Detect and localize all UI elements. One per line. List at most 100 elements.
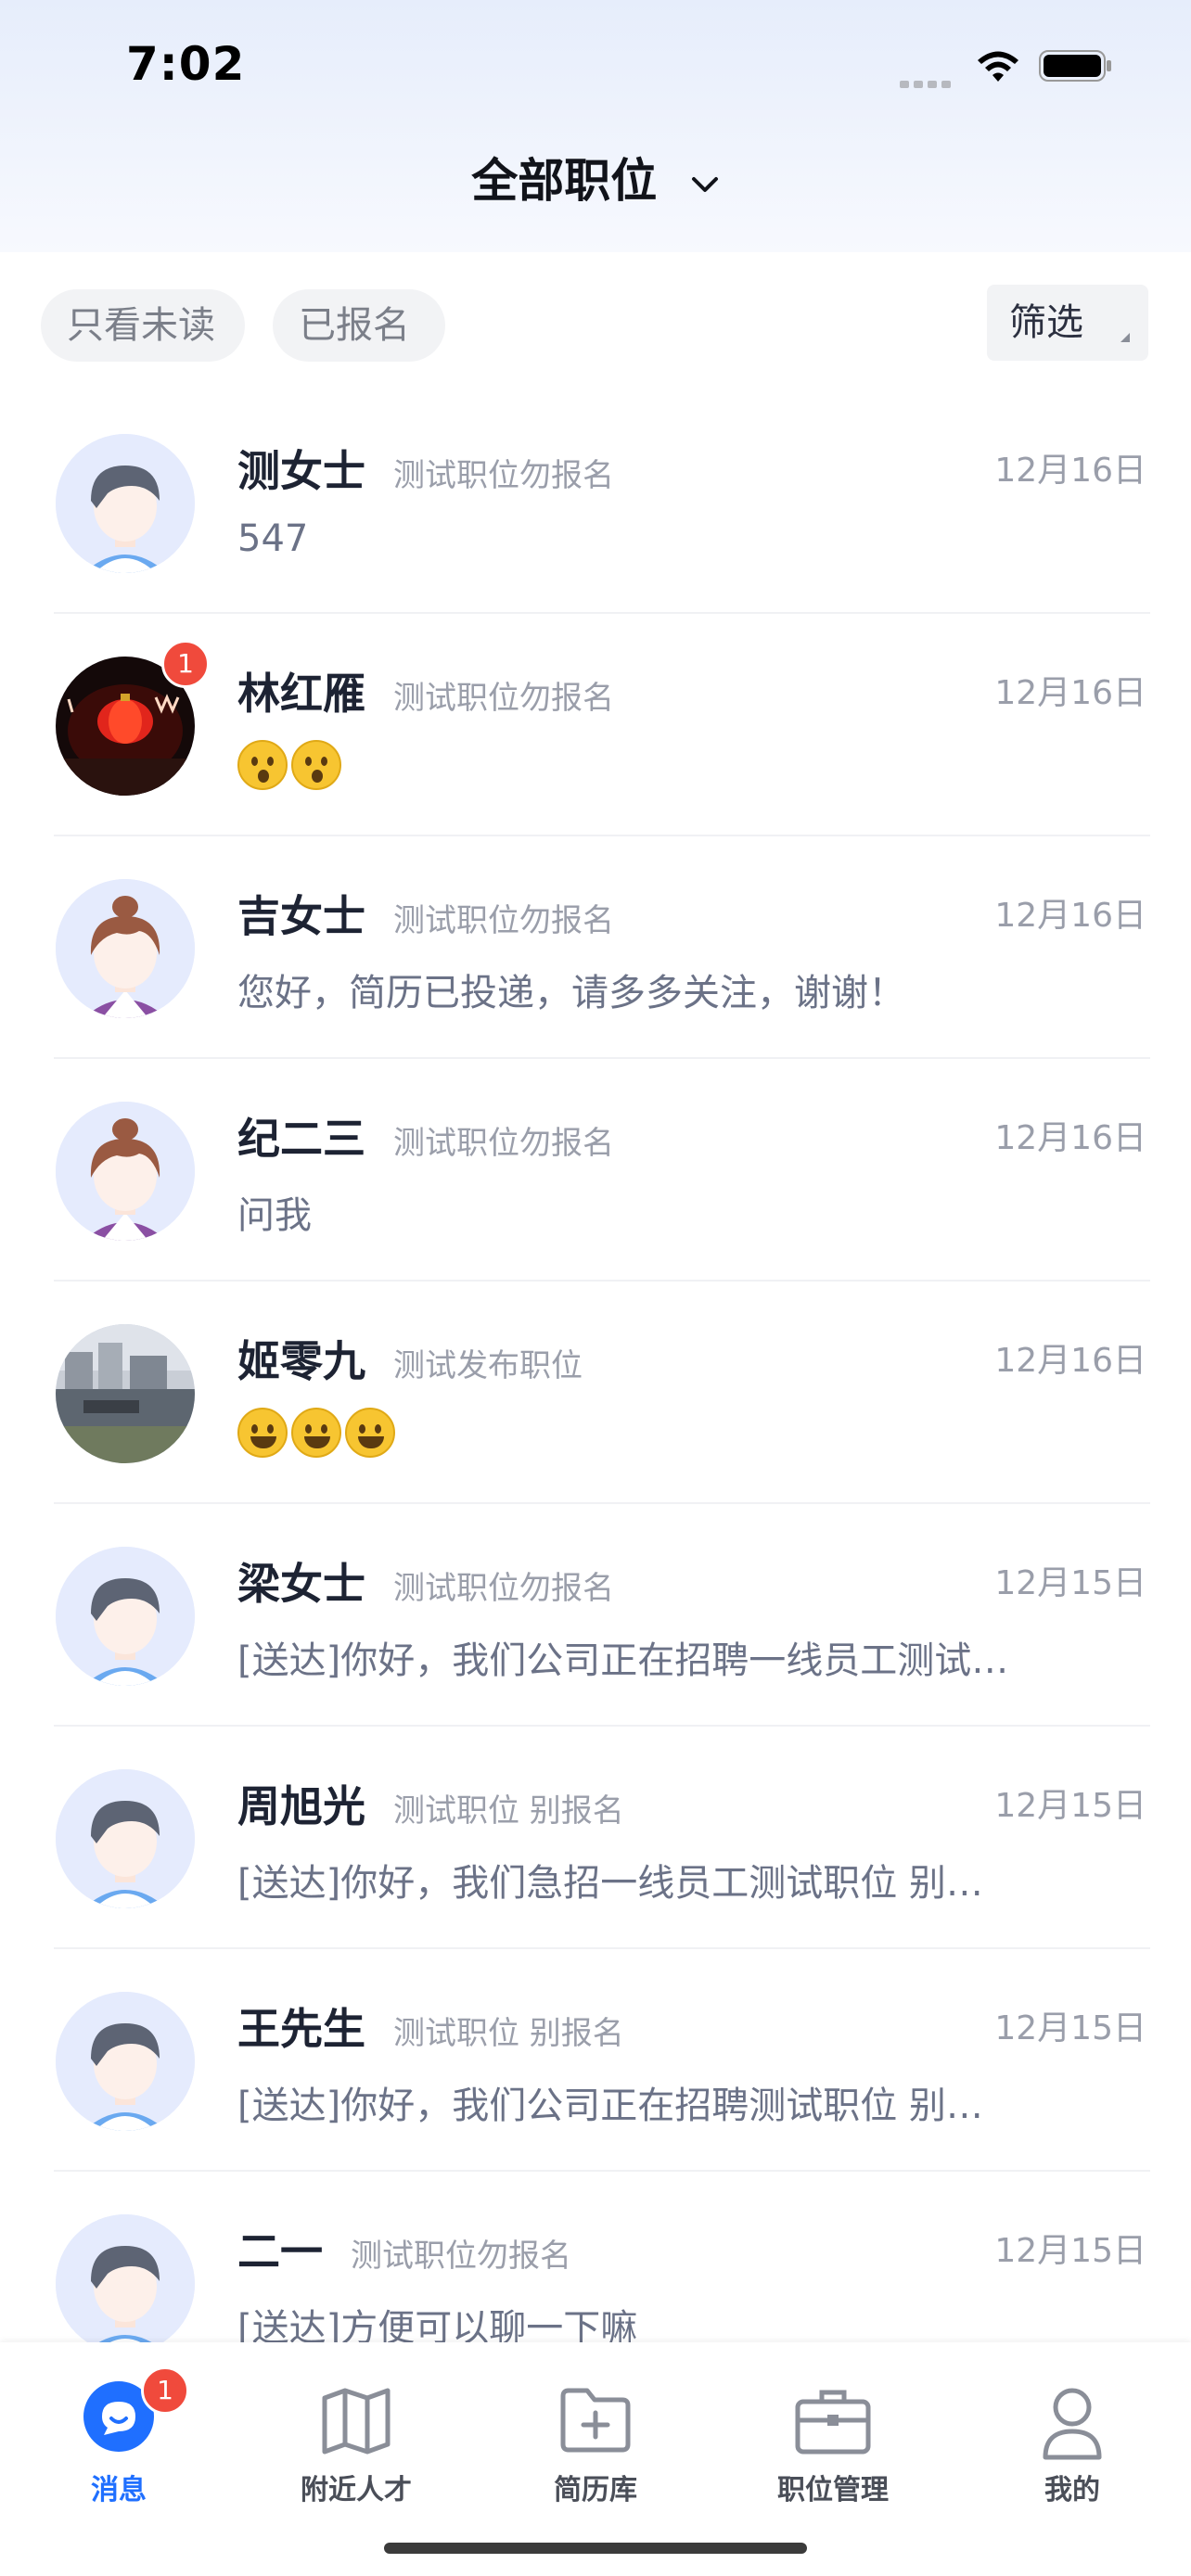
contact-name-text: 林红雁 — [237, 669, 365, 719]
conversation-item[interactable]: 周旭光 测试职位 别报名 12月15日 [送达]你好，我们急招一线员工测试职位 别… — [0, 1727, 1191, 1949]
contact-name-text: 周旭光 — [237, 1781, 365, 1831]
conversation-item[interactable]: 测女士 测试职位勿报名 12月16日 547 — [0, 391, 1191, 614]
message-preview: 问我 — [237, 1194, 312, 1237]
message-preview: 您好，简历已投递，请多多关注，谢谢！ — [237, 972, 905, 1014]
chevron-down-icon — [691, 176, 718, 192]
contact-name-text: 梁女士 — [237, 1559, 365, 1609]
avatar — [56, 434, 195, 573]
job-title: 测试职位 别报名 — [393, 1792, 624, 1830]
map-icon — [322, 2388, 391, 2455]
job-title: 测试职位勿报名 — [393, 1570, 614, 1607]
tab-mine[interactable]: 我的 — [954, 2342, 1191, 2506]
avatar — [56, 1769, 195, 1908]
conversation-item[interactable]: 1 林红雁 测试职位勿报名 12月16日 — [0, 614, 1191, 836]
filter-button[interactable]: 筛选 — [987, 285, 1148, 361]
contact-name: 测女士 测试职位勿报名 — [237, 438, 614, 499]
contact-name: 吉女士 测试职位勿报名 — [237, 883, 614, 944]
contact-name: 王先生 测试职位 别报名 — [237, 1996, 624, 2057]
tab-label: 简历库 — [554, 2474, 637, 2506]
male-avatar-icon — [56, 2214, 195, 2353]
conversation-item[interactable]: 梁女士 测试职位勿报名 12月15日 [送达]你好，我们公司正在招聘一线员工测试… — [0, 1504, 1191, 1727]
message-date: 12月15日 — [994, 1564, 1146, 1602]
message-preview: [送达]你好，我们公司正在招聘一线员工测试… — [237, 1639, 1009, 1682]
male-avatar-icon — [56, 1769, 195, 1908]
folder-plus-icon — [560, 2388, 631, 2453]
top-header: 7:02 全部职位 — [0, 0, 1191, 252]
contact-name-text: 姬零九 — [237, 1336, 365, 1386]
job-selector[interactable]: 全部职位 — [0, 144, 1191, 210]
cellular-signal-icon — [900, 74, 955, 92]
female-avatar-icon — [56, 879, 195, 1018]
smile-emoji-icon — [345, 1408, 395, 1458]
contact-name-text: 吉女士 — [237, 891, 365, 941]
unread-badge: 1 — [161, 640, 210, 688]
status-bar: 7:02 — [0, 0, 1191, 130]
contact-name: 纪二三 测试职位勿报名 — [237, 1105, 614, 1167]
contact-name: 周旭光 测试职位 别报名 — [237, 1773, 624, 1834]
message-preview: [送达]你好，我们急招一线员工测试职位 别… — [237, 1862, 983, 1905]
message-date: 12月15日 — [994, 2232, 1146, 2270]
job-title: 测试职位勿报名 — [393, 680, 614, 717]
tab-label: 消息 — [91, 2474, 147, 2506]
smile-emoji-icon — [291, 1408, 341, 1458]
message-date: 12月15日 — [994, 1787, 1146, 1825]
message-preview — [237, 740, 345, 790]
photo-avatar-city — [56, 1324, 195, 1463]
tab-job-management[interactable]: 职位管理 — [714, 2342, 952, 2506]
conversation-item[interactable]: 吉女士 测试职位勿报名 12月16日 您好，简历已投递，请多多关注，谢谢！ — [0, 836, 1191, 1059]
avatar — [56, 1547, 195, 1686]
avatar — [56, 2214, 195, 2353]
male-avatar-icon — [56, 434, 195, 573]
job-title: 测试职位勿报名 — [351, 2238, 571, 2275]
contact-name-text: 二一 — [237, 2226, 323, 2276]
job-title: 测试职位 别报名 — [393, 2015, 624, 2052]
male-avatar-icon — [56, 1992, 195, 2131]
home-indicator[interactable] — [384, 2543, 807, 2554]
status-time: 7:02 — [126, 37, 246, 91]
message-preview: 547 — [237, 517, 309, 560]
unread-badge: 1 — [141, 2366, 189, 2415]
contact-name: 林红雁 测试职位勿报名 — [237, 660, 614, 721]
message-date: 12月16日 — [994, 1342, 1146, 1380]
tab-label: 职位管理 — [777, 2474, 889, 2506]
avatar — [56, 879, 195, 1018]
tab-messages[interactable]: 1 消息 — [0, 2342, 237, 2506]
message-date: 12月15日 — [994, 2009, 1146, 2047]
page-title: 全部职位 — [471, 154, 658, 208]
job-title: 测试职位勿报名 — [393, 457, 614, 494]
dropdown-triangle-icon — [1121, 333, 1130, 342]
bottom-tab-bar: 1 消息 附近人才 简历库 职位管理 我的 — [0, 2342, 1191, 2576]
conversation-item[interactable]: 王先生 测试职位 别报名 12月15日 [送达]你好，我们公司正在招聘测试职位 别… — [0, 1949, 1191, 2172]
contact-name: 梁女士 测试职位勿报名 — [237, 1550, 614, 1612]
conversation-list: 测女士 测试职位勿报名 12月16日 547 1 林红雁 测试职位勿报名 12月16… — [0, 391, 1191, 2394]
message-date: 12月16日 — [994, 452, 1146, 490]
conversation-item[interactable]: 姬零九 测试发布职位 12月16日 — [0, 1282, 1191, 1504]
tab-nearby-talent[interactable]: 附近人才 — [237, 2342, 475, 2506]
avatar — [56, 1992, 195, 2131]
surprised-emoji-icon — [291, 740, 341, 790]
avatar — [56, 1102, 195, 1241]
battery-icon — [1039, 50, 1111, 82]
applied-chip[interactable]: 已报名 — [273, 289, 445, 362]
wifi-icon — [978, 51, 1018, 82]
contact-name: 二一 测试职位勿报名 — [237, 2218, 571, 2279]
contact-name-text: 王先生 — [237, 2004, 365, 2054]
female-avatar-icon — [56, 1102, 195, 1241]
person-icon — [1043, 2388, 1102, 2460]
tab-resume-library[interactable]: 简历库 — [477, 2342, 714, 2506]
unread-only-chip[interactable]: 只看未读 — [41, 289, 245, 362]
job-title: 测试职位勿报名 — [393, 902, 614, 939]
smile-emoji-icon — [237, 1408, 288, 1458]
avatar — [56, 1324, 195, 1463]
contact-name: 姬零九 测试发布职位 — [237, 1328, 583, 1389]
tab-label: 附近人才 — [301, 2474, 412, 2506]
surprised-emoji-icon — [237, 740, 288, 790]
message-date: 12月16日 — [994, 1119, 1146, 1157]
filter-bar: 只看未读 已报名 筛选 — [0, 252, 1191, 391]
conversation-item[interactable]: 纪二三 测试职位勿报名 12月16日 问我 — [0, 1059, 1191, 1282]
tab-label: 我的 — [1044, 2474, 1100, 2506]
message-date: 12月16日 — [994, 674, 1146, 712]
contact-name-text: 纪二三 — [237, 1114, 365, 1164]
message-preview — [237, 1408, 399, 1458]
message-date: 12月16日 — [994, 897, 1146, 935]
